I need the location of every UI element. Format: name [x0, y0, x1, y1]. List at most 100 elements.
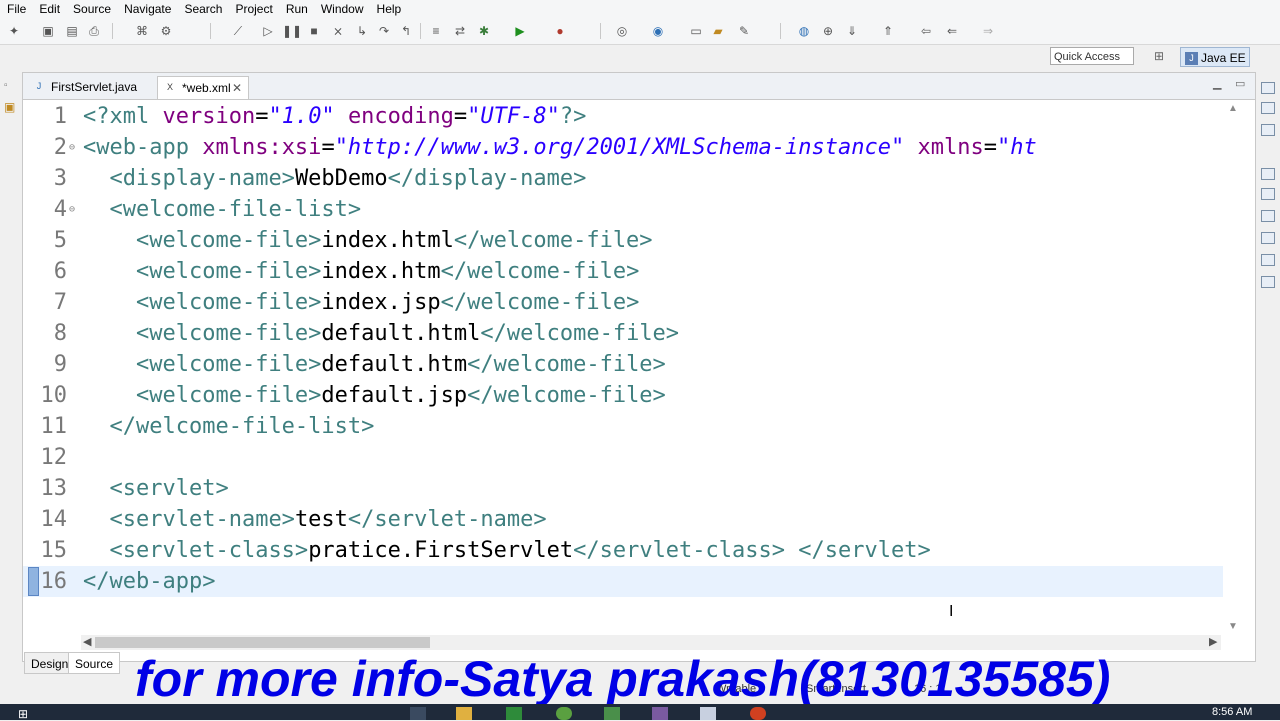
minimize-icon[interactable]: ▁	[1213, 77, 1221, 90]
menu-help[interactable]: Help	[370, 0, 408, 18]
menu-source[interactable]: Source	[66, 0, 117, 18]
menu-search[interactable]: Search	[177, 0, 228, 18]
fold-toggle-icon[interactable]: ⊖	[69, 132, 75, 163]
tab-source[interactable]: Source	[68, 652, 121, 674]
properties-icon[interactable]	[1261, 188, 1275, 200]
record-icon[interactable]	[750, 707, 766, 720]
terminate-icon[interactable]: ■	[306, 23, 322, 39]
data-source-icon[interactable]	[1261, 232, 1275, 244]
save-icon[interactable]: ▣	[40, 23, 56, 39]
close-icon[interactable]: ✕	[232, 77, 242, 99]
code-line[interactable]: 4 ⊖ <welcome-file-list>	[23, 194, 1223, 225]
line-number: 2	[53, 135, 67, 160]
code-line[interactable]: 1 <?xml version="1.0" encoding="UTF-8"?>	[23, 101, 1223, 132]
markers-icon[interactable]	[1261, 168, 1275, 180]
globe-icon[interactable]: ◍	[796, 23, 812, 39]
back-icon[interactable]: ⇐	[944, 23, 960, 39]
code-line[interactable]: 16 </web-app>	[23, 566, 1223, 597]
outline-icon[interactable]	[1261, 102, 1275, 114]
maximize-icon[interactable]: ▭	[1235, 77, 1245, 90]
use-step-filters-icon[interactable]: ⇄	[452, 23, 468, 39]
code-line[interactable]: 15 <servlet-class>pratice.FirstServlet</…	[23, 535, 1223, 566]
scroll-down-icon[interactable]: ▼	[1228, 621, 1238, 632]
code-line[interactable]: 8 <welcome-file>default.html</welcome-fi…	[23, 318, 1223, 349]
scroll-thumb[interactable]	[95, 637, 430, 648]
line-number: 14	[40, 507, 68, 532]
restore-icon[interactable]	[1261, 82, 1275, 94]
tab-firstservlet-java[interactable]: J FirstServlet.java	[27, 76, 157, 99]
new-icon[interactable]: ✦	[6, 23, 22, 39]
eclipse-icon[interactable]	[652, 707, 668, 720]
scroll-left-icon[interactable]: ◀	[83, 635, 91, 648]
chrome-icon[interactable]	[556, 707, 572, 720]
code-line[interactable]: 7 <welcome-file>index.jsp</welcome-file>	[23, 287, 1223, 318]
code-token: default.html	[321, 321, 481, 346]
open-perspective-icon[interactable]: ⊞	[1150, 49, 1168, 65]
perspective-java-ee[interactable]: J Java EE	[1180, 47, 1250, 67]
code-line[interactable]: 9 <welcome-file>default.htm</welcome-fil…	[23, 349, 1223, 380]
web-browser-icon[interactable]: ⊕	[820, 23, 836, 39]
open-folder-icon[interactable]: ▭	[688, 23, 704, 39]
debug-icon[interactable]: ✱	[476, 23, 492, 39]
prev-annotation-icon[interactable]: ⇑	[880, 23, 896, 39]
code-line[interactable]: 6 <welcome-file>index.htm</welcome-file>	[23, 256, 1223, 287]
code-token: </welcome-file>	[467, 383, 666, 408]
code-line[interactable]: 11 </welcome-file-list>	[23, 411, 1223, 442]
open-task-icon[interactable]: ⚙	[158, 23, 174, 39]
window-icon[interactable]	[700, 707, 716, 720]
menu-navigate[interactable]: Navigate	[117, 0, 177, 18]
code-line[interactable]: 2 ⊖ <web-app xmlns:xsi="http://www.w3.org/…	[23, 132, 1223, 163]
scroll-right-icon[interactable]: ▶	[1209, 635, 1217, 648]
servers-icon[interactable]	[1261, 210, 1275, 222]
new-server-icon[interactable]: ◎	[614, 23, 630, 39]
drop-to-frame-icon[interactable]: ≡	[428, 23, 444, 39]
last-edit-icon[interactable]: ⇦	[918, 23, 934, 39]
console-icon[interactable]	[1261, 276, 1275, 288]
menu-file[interactable]: File	[0, 0, 32, 18]
step-over-icon[interactable]: ↷	[376, 23, 392, 39]
excel-icon[interactable]	[506, 707, 522, 720]
restore-icon[interactable]: ▫	[4, 80, 8, 91]
run-icon[interactable]: ▶	[512, 23, 528, 39]
code-line[interactable]: 5 <welcome-file>index.html</welcome-file…	[23, 225, 1223, 256]
print-icon[interactable]: ⎙	[86, 23, 102, 39]
tab-web-xml[interactable]: X *web.xml ✕	[157, 76, 249, 99]
save-all-icon[interactable]: ▤	[64, 23, 80, 39]
code-line[interactable]: 14 <servlet-name>test</servlet-name>	[23, 504, 1223, 535]
menu-run[interactable]: Run	[279, 0, 314, 18]
task-list-icon[interactable]	[1261, 124, 1275, 136]
suspend-icon[interactable]: ❚❚	[282, 23, 302, 39]
code-token: <web-app	[83, 135, 203, 160]
menu-project[interactable]: Project	[228, 0, 278, 18]
forward-icon[interactable]: ⇒	[980, 23, 996, 39]
task-view-icon[interactable]	[410, 707, 426, 720]
resume-icon[interactable]: ▷	[260, 23, 276, 39]
open-project-icon[interactable]: ▰	[710, 23, 726, 39]
disconnect-icon[interactable]: ⨯	[330, 23, 346, 39]
menu-window[interactable]: Window	[314, 0, 370, 18]
search-icon[interactable]: ✎	[736, 23, 752, 39]
step-into-icon[interactable]: ↳	[354, 23, 370, 39]
code-token: =	[255, 104, 269, 129]
code-line[interactable]: 13 <servlet>	[23, 473, 1223, 504]
code-line[interactable]: 12	[23, 442, 1223, 473]
code-line[interactable]: 10 <welcome-file>default.jsp</welcome-fi…	[23, 380, 1223, 411]
next-annotation-icon[interactable]: ⇓	[844, 23, 860, 39]
menu-edit[interactable]: Edit	[32, 0, 66, 18]
open-type-icon[interactable]: ⌘	[134, 23, 150, 39]
horizontal-scrollbar[interactable]: ◀ ▶	[81, 635, 1221, 650]
file-explorer-icon[interactable]	[456, 707, 472, 720]
skip-breakpoints-icon[interactable]: ⟋	[230, 23, 246, 39]
quick-access-field[interactable]: Quick Access	[1050, 47, 1134, 65]
fold-toggle-icon[interactable]: ⊖	[69, 194, 75, 225]
app-icon[interactable]	[604, 707, 620, 720]
snippets-icon[interactable]	[1261, 254, 1275, 266]
external-tools-icon[interactable]: ●	[552, 23, 568, 39]
new-package-icon[interactable]: ◉	[650, 23, 666, 39]
step-return-icon[interactable]: ↰	[398, 23, 414, 39]
code-line[interactable]: 3 <display-name>WebDemo</display-name>	[23, 163, 1223, 194]
start-icon[interactable]: ⊞	[18, 707, 34, 721]
scroll-up-icon[interactable]: ▲	[1228, 103, 1238, 114]
